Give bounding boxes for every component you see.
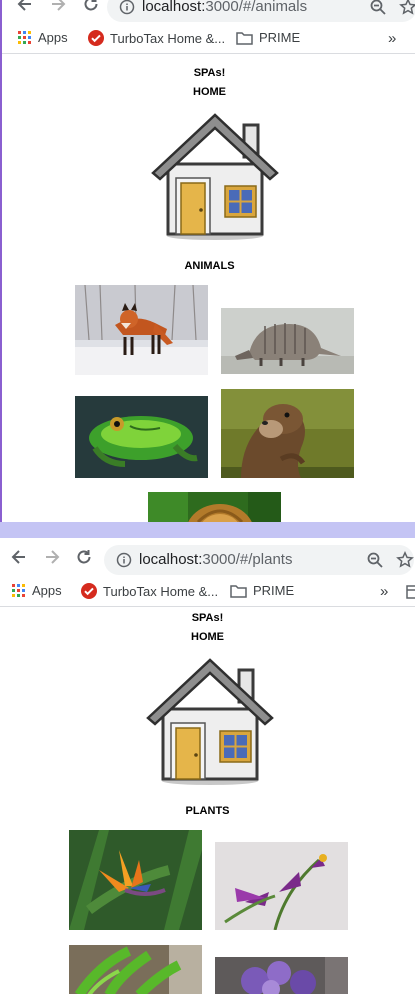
star-icon[interactable] [399, 0, 415, 16]
section-heading: ANIMALS [184, 260, 235, 272]
animal-thumbnail-lion[interactable] [148, 492, 281, 522]
bookmark-turbotax[interactable]: TurboTax Home &... [88, 30, 225, 46]
armadillo-image [221, 308, 354, 374]
plant-thumbnail-fern[interactable] [69, 945, 202, 994]
bookmark-apps-label: Apps [32, 583, 62, 598]
bookmark-apps[interactable]: Apps [12, 583, 62, 598]
forward-button[interactable] [41, 546, 63, 568]
arrow-right-icon [52, 0, 66, 11]
plant-thumbnail-bird-of-paradise[interactable] [69, 830, 202, 930]
lion-image [148, 492, 281, 522]
folder-icon [230, 584, 247, 598]
reading-list-icon[interactable] [406, 585, 415, 599]
plant-thumbnail-purple-flower[interactable] [215, 957, 348, 994]
back-button[interactable] [8, 546, 30, 568]
forward-button[interactable] [47, 0, 69, 15]
arrow-left-icon [17, 0, 31, 11]
address-bar[interactable]: localhost:3000/#/plants [104, 545, 414, 575]
animal-thumbnail-fox[interactable] [75, 285, 208, 375]
star-icon[interactable] [396, 551, 414, 569]
window-separator [0, 522, 415, 538]
house-icon[interactable] [145, 654, 275, 786]
animal-thumbnail-otter[interactable] [221, 389, 354, 478]
bookmarks-bar: Apps TurboTax Home &... PRIME » [0, 578, 415, 607]
home-link[interactable]: HOME [2, 86, 415, 98]
folder-icon [236, 31, 253, 45]
purple-flower-image [215, 957, 348, 994]
apps-grid-icon [12, 583, 25, 597]
url-text: localhost:3000/#/animals [142, 0, 308, 15]
info-icon [119, 0, 135, 15]
bookmarks-overflow-button[interactable]: » [388, 30, 396, 47]
url-text: localhost:3000/#/plants [139, 551, 293, 568]
browser-toolbar: localhost:3000/#/animals [2, 0, 415, 25]
bookmark-prime-label: PRIME [253, 583, 295, 598]
zoom-icon[interactable] [369, 0, 387, 16]
purple-orchid-image [215, 842, 348, 930]
browser-toolbar: localhost:3000/#/plants [0, 538, 415, 578]
section-heading: PLANTS [185, 805, 230, 817]
bookmark-apps[interactable]: Apps [18, 30, 68, 45]
bookmark-prime[interactable]: PRIME [230, 583, 294, 598]
arrow-right-icon [46, 550, 60, 564]
bookmark-prime-label: PRIME [259, 30, 301, 45]
animal-thumbnail-frog[interactable] [75, 396, 208, 478]
bookmarks-overflow-button[interactable]: » [380, 583, 388, 600]
site-title: SPAs! [193, 67, 226, 79]
bookmark-prime[interactable]: PRIME [236, 30, 300, 45]
info-icon [116, 552, 132, 568]
bird-of-paradise-image [69, 830, 202, 930]
plant-thumbnail-purple-orchid[interactable] [215, 842, 348, 930]
fox-image [75, 285, 208, 375]
address-bar[interactable]: localhost:3000/#/animals [107, 0, 415, 22]
reload-button[interactable] [73, 546, 95, 568]
bookmark-apps-label: Apps [38, 30, 68, 45]
reload-icon [84, 0, 98, 11]
bookmark-turbotax[interactable]: TurboTax Home &... [81, 583, 218, 599]
bookmark-turbotax-label: TurboTax Home &... [103, 583, 219, 599]
reload-icon [77, 550, 91, 564]
back-button[interactable] [14, 0, 36, 15]
bookmark-turbotax-label: TurboTax Home &... [110, 30, 226, 46]
frog-image [75, 396, 208, 478]
arrow-left-icon [11, 550, 25, 564]
home-link[interactable]: HOME [0, 631, 415, 643]
browser-window-animals: localhost:3000/#/animals Apps TurboTax H… [0, 0, 415, 522]
site-title: SPAs! [191, 612, 224, 624]
bookmarks-bar: Apps TurboTax Home &... PRIME » [2, 25, 415, 54]
reload-button[interactable] [80, 0, 102, 15]
otter-image [221, 389, 354, 478]
fern-image [69, 945, 202, 994]
page-content: SPAs! HOME PLANTS [0, 607, 415, 994]
page-content: SPAs! HOME ANIMALS [2, 54, 415, 522]
turbotax-check-icon [81, 583, 97, 599]
zoom-icon[interactable] [366, 551, 384, 569]
apps-grid-icon [18, 30, 31, 44]
animal-thumbnail-armadillo[interactable] [221, 308, 354, 374]
browser-window-plants: localhost:3000/#/plants Apps TurboTax Ho… [0, 538, 415, 994]
house-icon[interactable] [150, 109, 280, 241]
turbotax-check-icon [88, 30, 104, 46]
